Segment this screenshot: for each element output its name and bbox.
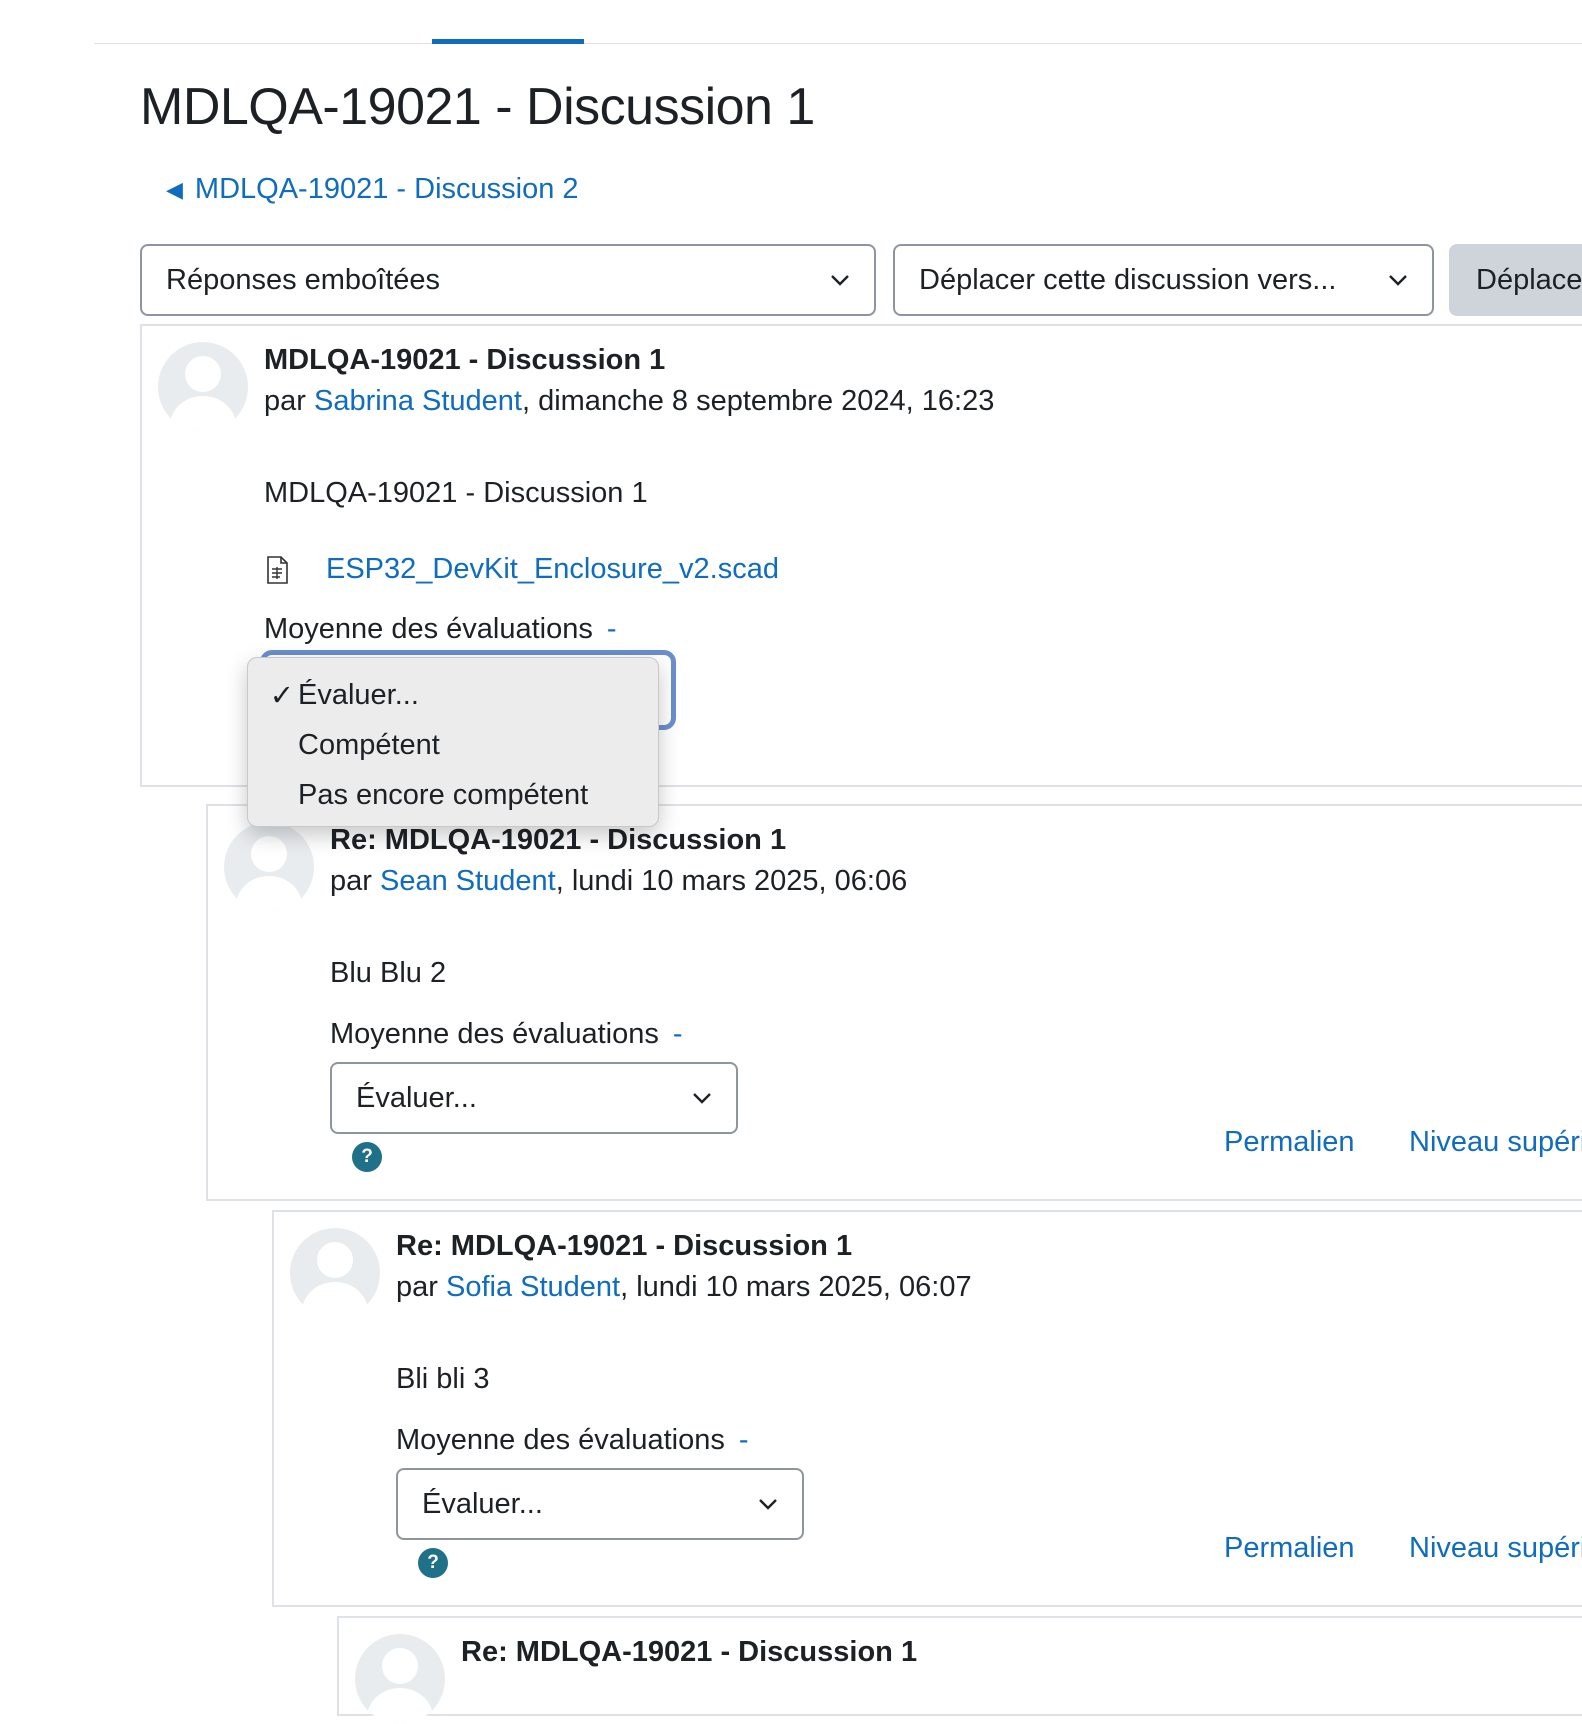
active-tab-indicator xyxy=(432,39,584,44)
forum-post: Re: MDLQA-19021 - Discussion 1 par Sean … xyxy=(206,804,1582,1201)
move-discussion-select[interactable]: Déplacer cette discussion vers... xyxy=(893,244,1434,316)
permalink-link[interactable]: Permalien xyxy=(1224,1126,1355,1159)
avatar[interactable] xyxy=(290,1228,380,1318)
avatar[interactable] xyxy=(224,822,314,912)
parent-post-link[interactable]: Niveau supérieur xyxy=(1409,1126,1582,1159)
avatar[interactable] xyxy=(158,342,248,432)
post-message: Blu Blu 2 xyxy=(330,957,447,989)
help-icon[interactable]: ? xyxy=(418,1548,448,1578)
display-mode-select[interactable]: Réponses emboîtées xyxy=(140,244,876,316)
move-discussion-value: Déplacer cette discussion vers... xyxy=(919,263,1337,296)
chevron-down-icon xyxy=(1388,270,1408,290)
post-date: , lundi 10 mars 2025, 06:07 xyxy=(620,1271,972,1303)
chevron-down-icon xyxy=(758,1494,778,1514)
rating-aggregate-label: Moyenne des évaluations - xyxy=(264,613,617,645)
chevron-down-icon xyxy=(692,1088,712,1108)
permalink-link[interactable]: Permalien xyxy=(1224,1532,1355,1565)
post-subject: Re: MDLQA-19021 - Discussion 1 xyxy=(330,824,787,856)
attachment-link[interactable]: ESP32_DevKit_Enclosure_v2.scad xyxy=(326,553,779,586)
checkmark-icon: ✓ xyxy=(269,679,294,712)
rating-aggregate-label: Moyenne des évaluations - xyxy=(330,1018,683,1050)
dropdown-option-not-yet-competent[interactable]: Pas encore compétent xyxy=(248,770,658,820)
chevron-down-icon xyxy=(830,270,850,290)
post-date: , dimanche 8 septembre 2024, 16:23 xyxy=(521,385,995,417)
post-byline: par Sofia Student, lundi 10 mars 2025, 0… xyxy=(396,1271,972,1303)
author-link[interactable]: Sofia Student xyxy=(446,1271,620,1303)
post-subject: Re: MDLQA-19021 - Discussion 1 xyxy=(396,1230,853,1262)
parent-post-link[interactable]: Niveau supérieur xyxy=(1409,1532,1582,1565)
rate-select[interactable]: Évaluer... xyxy=(330,1062,738,1134)
prev-discussion-label: MDLQA-19021 - Discussion 2 xyxy=(194,173,579,205)
prev-discussion-link[interactable]: ◀ MDLQA-19021 - Discussion 2 xyxy=(166,173,579,206)
document-icon xyxy=(264,555,290,585)
forum-post: Re: MDLQA-19021 - Discussion 1 xyxy=(337,1616,1582,1724)
page-title: MDLQA-19021 - Discussion 1 xyxy=(140,78,815,136)
post-subject: MDLQA-19021 - Discussion 1 xyxy=(264,344,666,376)
dropdown-option-evaluate[interactable]: ✓ Évaluer... xyxy=(248,670,658,720)
attachment: ESP32_DevKit_Enclosure_v2.scad xyxy=(264,553,779,586)
rating-aggregate-value[interactable]: - xyxy=(673,1018,683,1050)
rating-dropdown-menu: ✓ Évaluer... Compétent Pas encore compét… xyxy=(247,657,659,827)
post-subject: Re: MDLQA-19021 - Discussion 1 xyxy=(461,1636,918,1668)
rating-aggregate-value[interactable]: - xyxy=(607,613,617,645)
rating-aggregate-label: Moyenne des évaluations - xyxy=(396,1424,749,1456)
rate-select[interactable]: Évaluer... xyxy=(396,1468,804,1540)
post-byline: par Sean Student, lundi 10 mars 2025, 06… xyxy=(330,865,908,897)
display-mode-value: Réponses emboîtées xyxy=(166,263,441,296)
dropdown-option-competent[interactable]: Compétent xyxy=(248,720,658,770)
post-byline: par Sabrina Student, dimanche 8 septembr… xyxy=(264,385,995,417)
author-link[interactable]: Sean Student xyxy=(380,865,556,897)
author-link[interactable]: Sabrina Student xyxy=(314,385,522,417)
post-message: Bli bli 3 xyxy=(396,1363,490,1395)
post-message: MDLQA-19021 - Discussion 1 xyxy=(264,477,648,509)
forum-post: Re: MDLQA-19021 - Discussion 1 par Sofia… xyxy=(272,1210,1582,1607)
triangle-left-icon: ◀ xyxy=(166,176,183,202)
post-date: , lundi 10 mars 2025, 06:06 xyxy=(555,865,908,897)
help-icon[interactable]: ? xyxy=(352,1142,382,1172)
rating-aggregate-value[interactable]: - xyxy=(739,1424,749,1456)
top-nav-divider xyxy=(94,43,1582,44)
move-button[interactable]: Déplacer xyxy=(1449,244,1582,316)
